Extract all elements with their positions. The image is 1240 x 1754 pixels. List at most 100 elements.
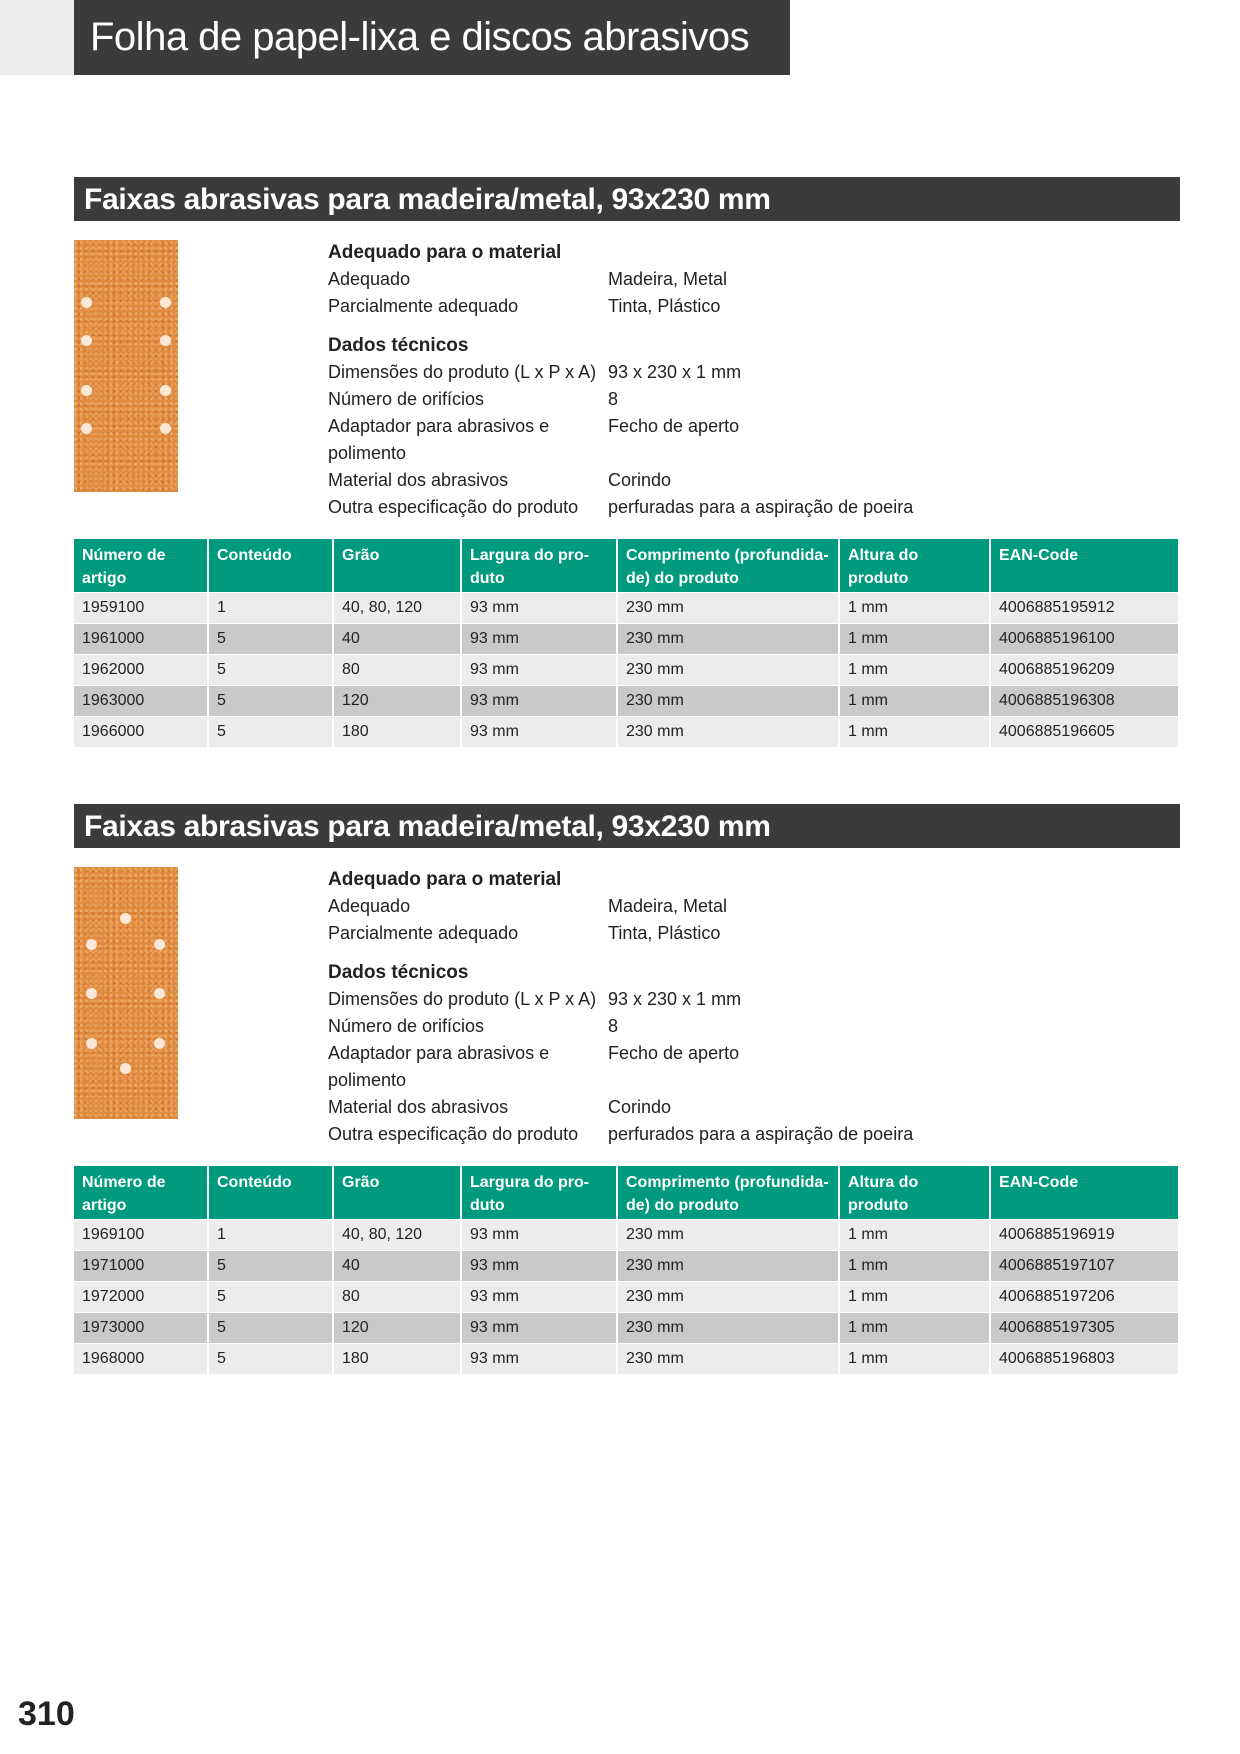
page-title: Folha de papel-lixa e discos abrasivos (74, 0, 790, 75)
spec-label: Número de orifícios (328, 389, 485, 409)
table-cell: 230 mm (617, 623, 840, 655)
spec-row: Adaptador para abrasivos e polimento Fec… (328, 1040, 1028, 1094)
table-header-row: Número de artigo Conteúdo Grão Largura d… (74, 539, 1178, 593)
spec-label: Dimensões do produto (L x P x A) (328, 362, 597, 382)
spec-value: Fecho de aperto (608, 416, 740, 436)
hole-icon (81, 335, 92, 346)
tech-heading: Dados técnicos (328, 962, 469, 983)
table-cell: 4006885196209 (990, 654, 1178, 686)
spec-row: Dimensões do produto (L x P x A) 93 x 23… (328, 986, 1028, 1013)
table-cell: 80 (333, 654, 462, 686)
spec-value: perfurados para a aspiração de poeira (608, 1124, 914, 1144)
spec-label: Adaptador para abrasivos e polimento (328, 416, 550, 463)
column-header: Comprimento (profundida-de) do produto (617, 1166, 840, 1220)
article-table: Número de artigo Conteúdo Grão Largura d… (74, 539, 1178, 747)
spec-value: Corindo (608, 1097, 672, 1117)
table-cell: 1 mm (839, 1219, 991, 1251)
table-row: 1962000 5 80 93 mm 230 mm 1 mm 400688519… (74, 654, 1178, 686)
table-cell: 4006885197206 (990, 1281, 1178, 1313)
table-cell: 5 (208, 716, 334, 747)
table-cell: 1 mm (839, 654, 991, 686)
table-cell: 1963000 (74, 685, 209, 717)
spec-label: Adaptador para abrasivos e polimento (328, 1043, 550, 1090)
table-row: 1961000 5 40 93 mm 230 mm 1 mm 400688519… (74, 623, 1178, 655)
table-cell: 93 mm (461, 623, 618, 655)
table-cell: 1 mm (839, 1281, 991, 1313)
table-cell: 93 mm (461, 685, 618, 717)
column-header: Grão (333, 539, 462, 593)
table-cell: 1 mm (839, 592, 991, 624)
spec-value: Madeira, Metal (608, 896, 728, 916)
table-cell: 40, 80, 120 (333, 592, 462, 624)
table-row: 1972000 5 80 93 mm 230 mm 1 mm 400688519… (74, 1281, 1178, 1313)
hole-icon (86, 939, 97, 950)
material-heading: Adequado para o material (328, 242, 562, 263)
table-cell: 1 mm (839, 685, 991, 717)
table-row: 1966000 5 180 93 mm 230 mm 1 mm 40068851… (74, 716, 1178, 747)
table-cell: 1971000 (74, 1250, 209, 1282)
table-cell: 1969100 (74, 1219, 209, 1251)
table-cell: 4006885196803 (990, 1343, 1178, 1374)
hole-icon (81, 385, 92, 396)
table-cell: 5 (208, 623, 334, 655)
table-cell: 1 mm (839, 623, 991, 655)
table-cell: 1966000 (74, 716, 209, 747)
table-cell: 180 (333, 1343, 462, 1374)
table-cell: 120 (333, 1312, 462, 1344)
column-header: Comprimento (profundida-de) do produto (617, 539, 840, 593)
hole-icon (120, 1063, 131, 1074)
table-cell: 230 mm (617, 685, 840, 717)
spec-label: Material dos abrasivos (328, 1097, 509, 1117)
hole-icon (81, 297, 92, 308)
hole-icon (81, 423, 92, 434)
section-title: Faixas abrasivas para madeira/metal, 93x… (74, 804, 1180, 848)
column-header: Conteúdo (208, 1166, 334, 1220)
table-cell: 93 mm (461, 1312, 618, 1344)
table-cell: 5 (208, 1250, 334, 1282)
spec-label: Número de orifícios (328, 1016, 485, 1036)
spec-row: Outra especificação do produto perfurado… (328, 1121, 1028, 1148)
table-cell: 40 (333, 1250, 462, 1282)
table-cell: 230 mm (617, 592, 840, 624)
table-cell: 40, 80, 120 (333, 1219, 462, 1251)
hole-icon (86, 1038, 97, 1049)
column-header: Largura do pro-duto (461, 539, 618, 593)
product-section-2: Faixas abrasivas para madeira/metal, 93x… (74, 804, 1180, 1374)
spec-label: Parcialmente adequado (328, 296, 519, 316)
table-cell: 4006885195912 (990, 592, 1178, 624)
table-cell: 180 (333, 716, 462, 747)
spec-value: 8 (608, 389, 619, 409)
table-cell: 5 (208, 1312, 334, 1344)
column-header: Altura do produto (839, 1166, 991, 1220)
table-cell: 93 mm (461, 1219, 618, 1251)
table-header-row: Número de artigo Conteúdo Grão Largura d… (74, 1166, 1178, 1220)
spec-label: Material dos abrasivos (328, 470, 509, 490)
spec-row: Outra especificação do produto perfurada… (328, 494, 1028, 521)
spec-value: Corindo (608, 470, 672, 490)
spec-block: Adequado para o material Adequado Madeir… (328, 866, 1028, 1148)
table-cell: 5 (208, 654, 334, 686)
table-cell: 93 mm (461, 1250, 618, 1282)
spec-label: Outra especificação do produto (328, 497, 579, 517)
spec-row: Parcialmente adequado Tinta, Plástico (328, 293, 1028, 320)
table-row: 1959100 1 40, 80, 120 93 mm 230 mm 1 mm … (74, 592, 1178, 624)
corner-block (0, 0, 74, 75)
section-title: Faixas abrasivas para madeira/metal, 93x… (74, 177, 1180, 221)
table-cell: 1972000 (74, 1281, 209, 1313)
hole-icon (86, 988, 97, 999)
column-header: Número de artigo (74, 1166, 209, 1220)
product-section-1: Faixas abrasivas para madeira/metal, 93x… (74, 177, 1180, 747)
spec-row: Número de orifícios 8 (328, 386, 1028, 413)
table-cell: 93 mm (461, 716, 618, 747)
table-cell: 1 mm (839, 1250, 991, 1282)
table-cell: 230 mm (617, 1281, 840, 1313)
article-table: Número de artigo Conteúdo Grão Largura d… (74, 1166, 1178, 1374)
hole-icon (160, 297, 171, 308)
spec-row: Material dos abrasivos Corindo (328, 467, 1028, 494)
table-cell: 1 mm (839, 1343, 991, 1374)
table-cell: 1 mm (839, 716, 991, 747)
spec-row: Dimensões do produto (L x P x A) 93 x 23… (328, 359, 1028, 386)
table-cell: 4006885196605 (990, 716, 1178, 747)
column-header: Conteúdo (208, 539, 334, 593)
spec-value: Fecho de aperto (608, 1043, 740, 1063)
